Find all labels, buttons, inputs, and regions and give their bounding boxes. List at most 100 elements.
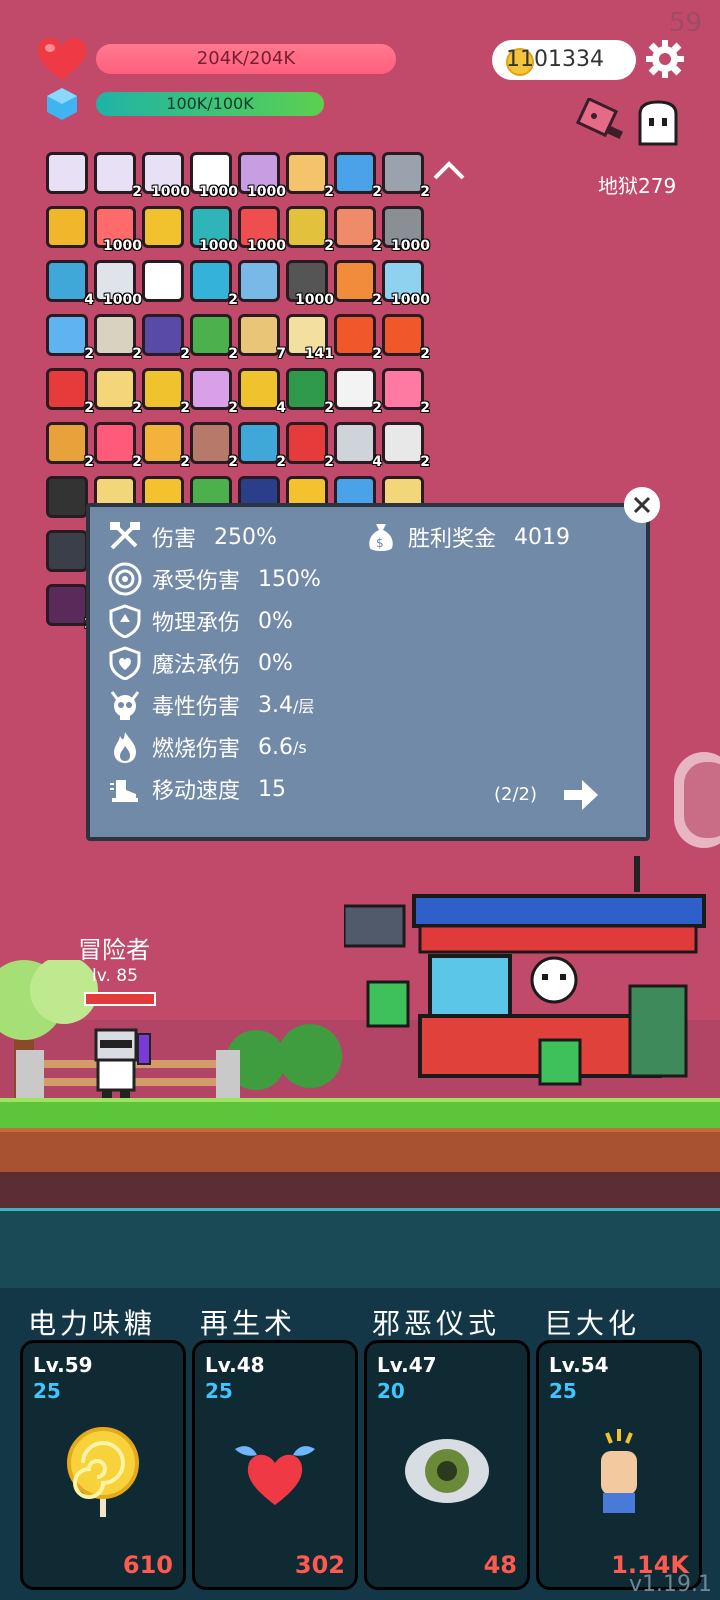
item-count: 1000 — [247, 238, 286, 254]
skull-book-icon[interactable] — [44, 528, 88, 572]
stat-row: 伤害 250% — [108, 520, 277, 554]
stat-label: 物理承伤 — [152, 611, 241, 636]
fire-icon[interactable]: 2 — [332, 312, 382, 362]
stat-value: 0% — [258, 608, 293, 634]
disc-icon[interactable]: 1000 — [188, 204, 238, 254]
poison-skull-icon — [110, 691, 140, 720]
wizard-hat-icon[interactable]: 2 — [140, 312, 190, 362]
snowflake-icon[interactable]: 2 — [236, 420, 286, 470]
svg-text:$: $ — [376, 536, 384, 550]
stat-row: 物理承伤 0% — [108, 604, 293, 638]
merchant-cart[interactable] — [344, 856, 714, 1100]
target-icon — [108, 562, 142, 596]
map-icon[interactable]: 7 — [236, 312, 286, 362]
scroll-icon[interactable]: 2 — [92, 150, 142, 200]
beer-icon[interactable]: 2 — [140, 420, 190, 470]
compass-icon[interactable]: 2 — [92, 312, 142, 362]
coin-amount: 1101334 — [506, 47, 604, 72]
heart-shield-icon — [109, 646, 141, 680]
skill-card[interactable]: Lv.47 20 48 — [364, 1340, 530, 1590]
close-panel-button[interactable] — [624, 487, 660, 523]
dirt-layer — [0, 1128, 720, 1176]
item-count: 1000 — [103, 238, 142, 254]
jar-icon[interactable]: 1000 — [92, 204, 142, 254]
settings-gear-icon[interactable] — [644, 38, 686, 80]
stat-label: 胜利奖金 — [408, 527, 497, 552]
star-card-icon[interactable]: 2 — [332, 150, 382, 200]
item-count: 1000 — [391, 292, 430, 308]
next-page-arrow-icon[interactable] — [562, 778, 600, 812]
skill-card[interactable]: Lv.59 25 610 — [20, 1340, 186, 1590]
ring-icon[interactable]: 4 — [236, 366, 286, 416]
ghost-icon[interactable]: 1000 — [188, 150, 238, 200]
shield-icon — [109, 604, 141, 638]
axe-icon[interactable]: 2 — [380, 150, 430, 200]
flame-icon — [114, 732, 136, 763]
skill-name: 巨大化 — [544, 1307, 641, 1340]
drop-icon[interactable]: 2 — [92, 420, 142, 470]
skill-card[interactable]: Lv.48 25 302 — [192, 1340, 358, 1590]
skill-card[interactable]: Lv.54 25 1.14K — [536, 1340, 702, 1590]
ice-cream-icon[interactable]: 2 — [380, 366, 430, 416]
envelope-icon[interactable]: 2 — [332, 366, 382, 416]
unicorn-icon[interactable]: 2 — [188, 366, 238, 416]
coin-stack-icon[interactable] — [140, 204, 184, 248]
health-heart-icon — [38, 38, 86, 80]
bomb-icon[interactable] — [44, 474, 88, 518]
egg-icon[interactable]: 2 — [284, 204, 334, 254]
skill-upgrade-cost[interactable]: 48 — [484, 1551, 517, 1579]
snake-icon[interactable]: 2 — [284, 366, 334, 416]
stat-value: 4019 — [514, 524, 571, 550]
scroll-icon[interactable] — [44, 150, 88, 194]
skill-name: 再生术 — [200, 1307, 297, 1340]
skill-upgrade-cost[interactable]: 610 — [123, 1551, 173, 1579]
skill-upgrade-cost[interactable]: 302 — [295, 1551, 345, 1579]
stat-label: 移动速度 — [152, 779, 241, 804]
money-bag-icon: $ — [369, 524, 393, 551]
stat-value: 3.4 — [258, 692, 294, 718]
cloud-icon[interactable]: 1000 — [380, 258, 430, 308]
ghost-boss-icon[interactable] — [634, 98, 682, 148]
collapse-chevron-icon[interactable] — [432, 158, 466, 182]
hook-icon[interactable]: 4 — [332, 420, 382, 470]
camera-icon[interactable]: 1000 — [284, 258, 334, 308]
flower-icon[interactable]: 1000 — [236, 150, 286, 200]
cycle-icon[interactable]: 4 — [44, 258, 94, 308]
card-icon[interactable]: 1000 — [92, 258, 142, 308]
stat-value: 6.6 — [258, 734, 294, 760]
item-count: 1000 — [199, 238, 238, 254]
scroll-icon[interactable]: 1000 — [140, 150, 190, 200]
note-icon[interactable]: 2 — [92, 366, 142, 416]
atom-icon[interactable]: 2 — [284, 150, 334, 200]
portal-icon[interactable]: 2 — [188, 258, 238, 308]
bulb-icon[interactable]: 2 — [380, 420, 430, 470]
shirt-icon[interactable] — [236, 258, 280, 302]
crown-icon[interactable] — [44, 204, 88, 248]
flag-icon[interactable] — [140, 258, 184, 302]
mushroom-icon[interactable]: 2 — [284, 420, 334, 470]
crossed-axes-icon — [110, 522, 140, 550]
purple-book-icon[interactable]: 2 — [44, 582, 94, 632]
tome-icon[interactable]: 2 — [44, 420, 94, 470]
item-count: 1000 — [103, 292, 142, 308]
sword-icon[interactable]: 2 — [44, 312, 94, 362]
skill-name: 邪恶仪式 — [372, 1307, 501, 1340]
spiked-ball-icon[interactable]: 1000 — [380, 204, 430, 254]
heart-icon[interactable]: 1000 — [236, 204, 286, 254]
side-drawer-tab[interactable] — [674, 752, 720, 848]
book-icon[interactable]: 141 — [284, 312, 334, 362]
mana-bar: 100K/100K — [96, 92, 324, 116]
comet-icon[interactable]: 2 — [332, 204, 382, 254]
skill-value: 20 — [377, 1379, 405, 1403]
thermometer-icon[interactable]: 2 — [44, 366, 94, 416]
cash-icon[interactable]: 2 — [188, 312, 238, 362]
item-count: 1000 — [391, 238, 430, 254]
boss-cleaver-icon[interactable] — [576, 98, 626, 148]
tombstone-icon[interactable]: 2 — [188, 420, 238, 470]
briefcase-icon[interactable]: 2 — [332, 258, 382, 308]
flame-ring-icon[interactable]: 2 — [380, 312, 430, 362]
knight-hero-sprite[interactable] — [86, 1024, 162, 1100]
deep-soil — [0, 1172, 720, 1208]
pineapple-icon[interactable]: 2 — [140, 366, 190, 416]
skill-value: 25 — [205, 1379, 233, 1403]
